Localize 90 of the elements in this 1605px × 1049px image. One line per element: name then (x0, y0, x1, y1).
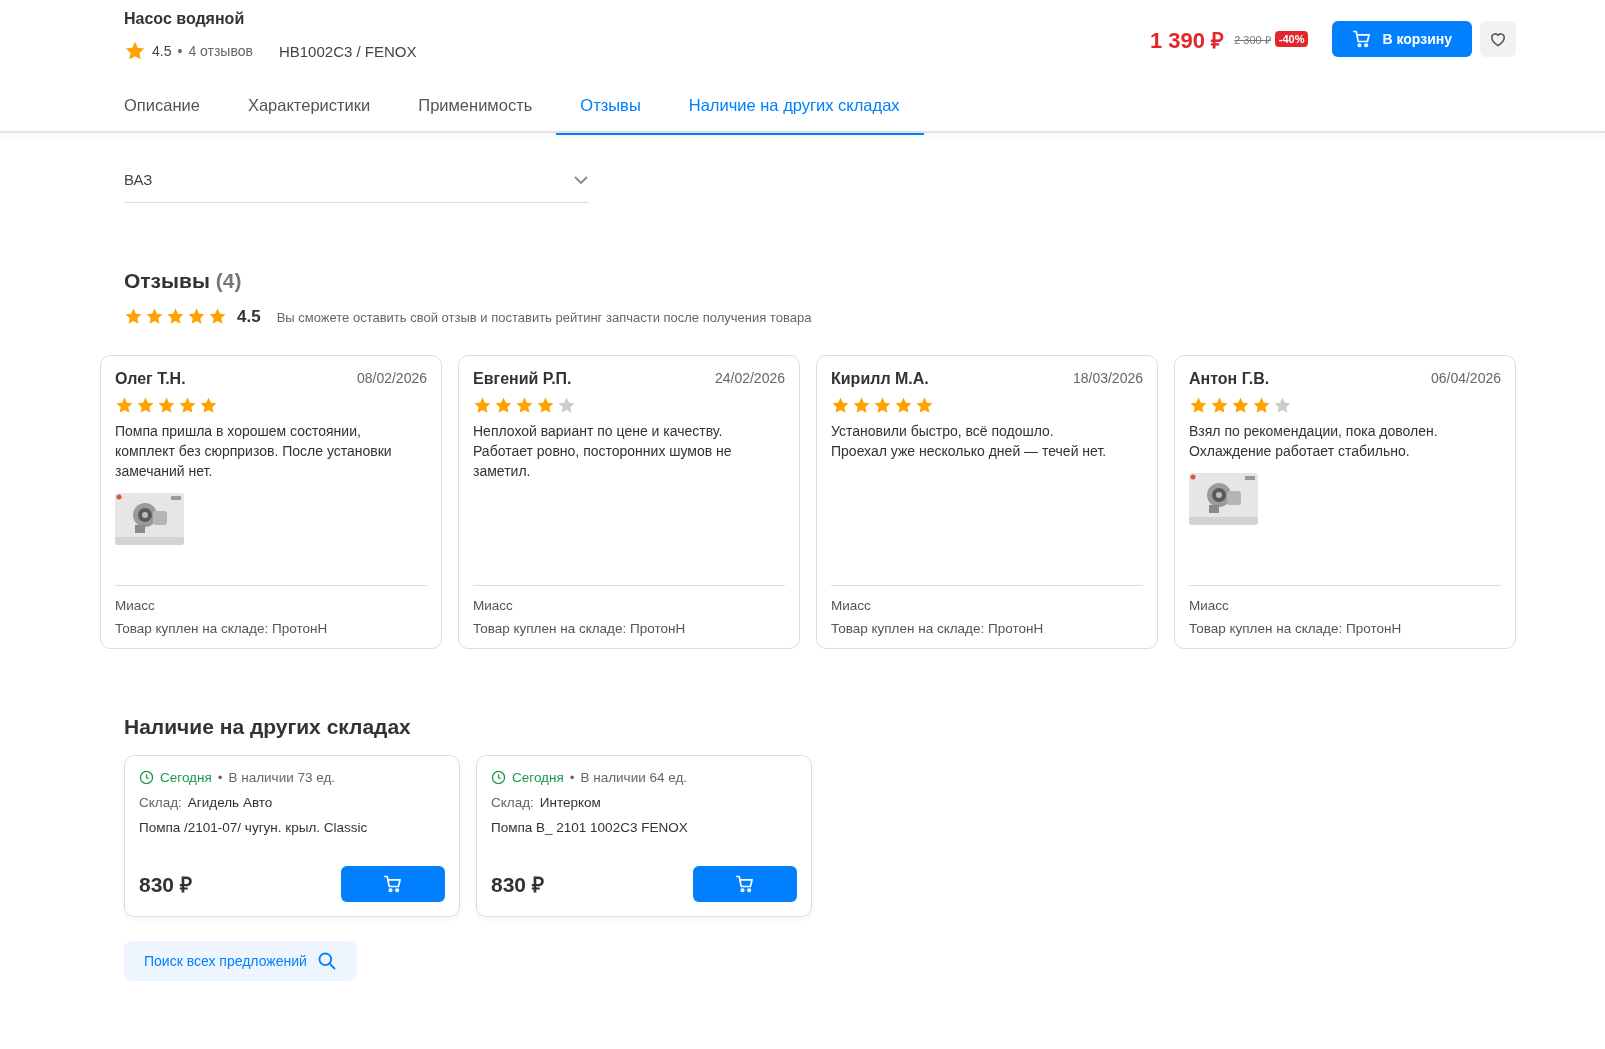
warehouse-label: Склад: (139, 795, 182, 810)
clock-icon (491, 770, 506, 785)
reviews-count: (4) (215, 269, 242, 293)
star-icon (1252, 396, 1271, 415)
star-icon (157, 396, 176, 415)
product-title: Насос водяной (124, 10, 246, 28)
reviews-count: 4 отзывов (188, 43, 253, 59)
star-icon (1273, 396, 1292, 415)
star-icon (915, 396, 934, 415)
price: 1 390 ₽ (1150, 27, 1225, 54)
star-icon (199, 396, 218, 415)
star-icon (852, 396, 871, 415)
cart-icon (735, 874, 755, 894)
star-icon (136, 396, 155, 415)
favorite-button[interactable] (1480, 21, 1516, 57)
tab[interactable]: Применимость (394, 82, 557, 135)
review-date: 18/03/2026 (1072, 370, 1143, 388)
star-icon (515, 396, 534, 415)
offer-name: Помпа В_ 2101 1002С3 FENOX (491, 820, 689, 835)
add-to-cart-button[interactable]: В корзину (1332, 21, 1472, 57)
star-icon (557, 396, 576, 415)
purchase-info: Товар куплен на складе: ПротонН (473, 621, 687, 636)
delivery-time: Сегодня (512, 770, 564, 785)
star-icon (166, 307, 185, 326)
availability: В наличии 64 ед. (580, 770, 688, 785)
review-author: Кирилл М.А. (831, 370, 929, 388)
star-icon (894, 396, 913, 415)
review-date: 06/04/2026 (1430, 370, 1501, 388)
review-city: Миасс (473, 598, 514, 613)
tab[interactable]: Характеристики (223, 82, 395, 135)
rating-value: 4.5 (152, 43, 172, 59)
review-note: Вы сможете оставить свой отзыв и поставить рейтинг запчасти после получения товара (276, 309, 812, 325)
star-icon (873, 396, 892, 415)
star-icon (115, 396, 134, 415)
star-icon (124, 40, 146, 62)
review-text: Неплохой вариант по цене и качеству. Работает ровно, посторонних шумов не заметил. (473, 422, 733, 481)
purchase-info: Товар куплен на складе: ПротонН (115, 621, 329, 636)
review-text: Помпа пришла в хорошем состоянии, комплект без сюрпризов. После установки замечаний нет. (115, 422, 393, 481)
star-icon (494, 396, 513, 415)
review-author: Антон Г.В. (1189, 370, 1270, 388)
star-icon (1231, 396, 1250, 415)
review-date: 08/02/2026 (356, 370, 427, 388)
search-icon (316, 951, 337, 971)
review-city: Миасс (115, 598, 156, 613)
section-title: Наличие на других складах (124, 715, 412, 739)
star-icon (831, 396, 850, 415)
old-price: 2 300 ₽ (1234, 32, 1271, 47)
warehouse-label: Склад: (491, 795, 534, 810)
review-city: Миасс (1189, 598, 1230, 613)
separator: • (177, 43, 183, 59)
tab[interactable]: Наличие на других складах (664, 82, 924, 135)
review-text: Установили быстро, всё подошло. Проехал уже несколько дней — течей нет. (831, 422, 1108, 461)
purchase-info: Товар куплен на складе: ПротонН (831, 621, 1045, 636)
purchase-info: Товар куплен на складе: ПротонН (1189, 621, 1403, 636)
review-date: 24/02/2026 (714, 370, 785, 388)
cart-icon (383, 874, 403, 894)
offer-price: 830 ₽ (139, 872, 192, 898)
separator: • (569, 770, 575, 785)
add-to-cart-button[interactable] (341, 866, 445, 902)
star-icon (187, 307, 206, 326)
search-offers-button[interactable]: Поиск всех предложений (124, 941, 357, 981)
clock-icon (139, 770, 154, 785)
brand-dropdown[interactable]: ВАЗ (124, 163, 589, 203)
review-author: Евгений Р.П. (473, 370, 572, 388)
tab[interactable]: Описание (100, 82, 224, 135)
review-city: Миасс (831, 598, 872, 613)
review-author: Олег Т.Н. (115, 370, 186, 388)
section-title: Отзывы (124, 269, 210, 293)
warehouse-name: Агидель Авто (187, 795, 273, 810)
star-icon (145, 307, 164, 326)
offer-price: 830 ₽ (491, 872, 544, 898)
star-icon (178, 396, 197, 415)
discount-badge: -40% (1274, 31, 1309, 47)
star-icon (124, 307, 143, 326)
cart-icon (1352, 29, 1373, 49)
availability: В наличии 73 ед. (228, 770, 336, 785)
star-icon (473, 396, 492, 415)
tab[interactable]: Отзывы (556, 82, 665, 135)
review-text: Взял по рекомендации, пока доволен. Охлаждение работает стабильно. (1189, 422, 1439, 461)
separator: • (217, 770, 223, 785)
offer-name: Помпа /2101-07/ чугун. крыл. Classic (139, 820, 369, 835)
star-icon (208, 307, 227, 326)
warehouse-name: Интерком (539, 795, 601, 810)
add-to-cart-button[interactable] (693, 866, 797, 902)
delivery-time: Сегодня (160, 770, 212, 785)
star-icon (1189, 396, 1208, 415)
rating-value: 4.5 (237, 307, 261, 327)
article-number: HB1002C3 / FENOX (278, 42, 417, 60)
star-icon (536, 396, 555, 415)
star-icon (1210, 396, 1229, 415)
